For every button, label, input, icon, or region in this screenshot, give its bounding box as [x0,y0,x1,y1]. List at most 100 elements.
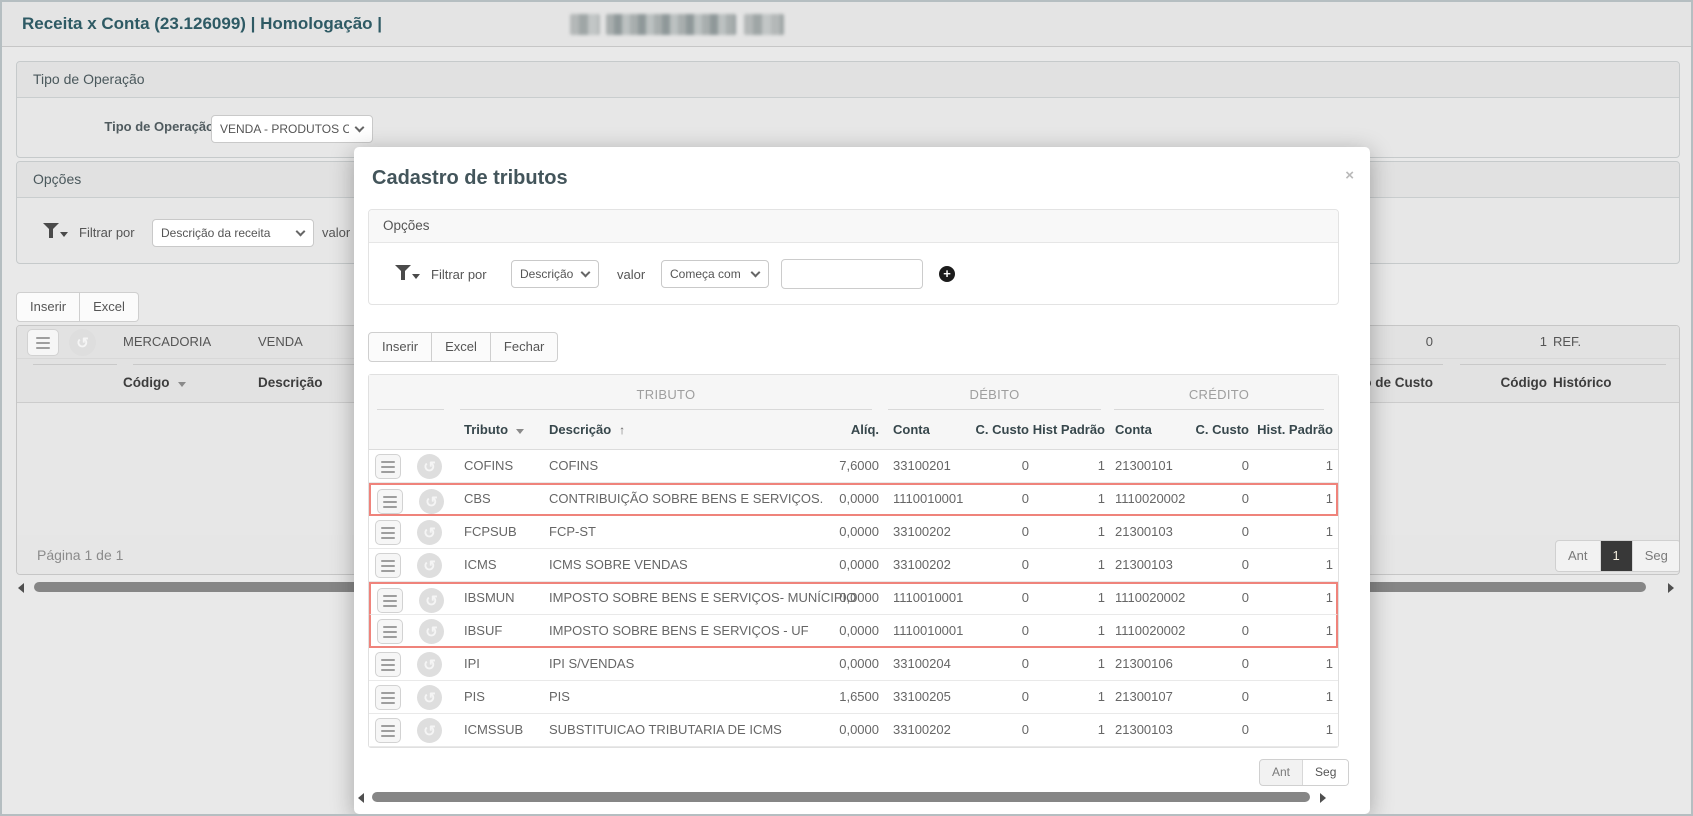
col-header-hist-debito[interactable]: Hist Padrão [1021,422,1105,437]
modal-horizontal-scrollbar[interactable] [358,790,1348,804]
sort-desc-icon [178,382,186,387]
modal-fechar-button[interactable]: Fechar [491,332,558,362]
cell-conta-debito: 33100201 [893,458,969,473]
tipo-operacao-select[interactable]: VENDA - PRODUTOS COM ST F [211,115,373,143]
row-menu-button[interactable] [375,553,401,578]
row-undo-icon[interactable]: ↺ [417,685,442,710]
cell-ccusto-credito: 0 [1191,458,1249,473]
modal-filter-field-select[interactable]: Descrição [511,260,599,288]
app-window: Receita x Conta (23.126099) | Homologaçã… [0,0,1693,816]
tributo-row: ↺ ICMSSUB SUBSTITUICAO TRIBUTARIA DE ICM… [369,714,1338,747]
col-header-tributo[interactable]: Tributo [464,422,524,437]
filter-field-select[interactable]: Descrição da receita [152,219,314,247]
row-menu-button[interactable] [377,619,403,644]
cell-ccusto-debito: 0 [973,623,1029,638]
excel-button[interactable]: Excel [80,292,139,322]
add-filter-icon[interactable]: + [939,266,955,282]
cell-aliq: 0,0000 [819,590,879,605]
scroll-right-icon[interactable] [1320,793,1326,803]
row-undo-icon[interactable]: ↺ [419,489,444,514]
cell-ccusto-credito: 0 [1191,656,1249,671]
cell-aliq: 0,0000 [819,656,879,671]
col-header-codigo[interactable]: Código [123,375,186,390]
col-header-ccusto-debito[interactable]: C. Custo [965,422,1029,437]
tributo-row: ↺ CBS CONTRIBUIÇÃO SOBRE BENS E SERVIÇOS… [369,483,1338,516]
prev-page-button[interactable]: Ant [1556,541,1600,571]
modal-filter-operator-select[interactable]: Começa com [661,260,769,288]
row-menu-button[interactable] [375,652,401,677]
cell-tributo: IBSUF [464,623,502,638]
chevron-down-icon [751,268,761,278]
row-undo-icon[interactable]: ↺ [69,329,96,356]
prev-page-button[interactable]: Ant [1260,760,1302,785]
col-header-aliq[interactable]: Alíq. [819,422,879,437]
col-header-conta-debito[interactable]: Conta [893,422,969,437]
filter-funnel-icon[interactable] [43,223,67,241]
valor-label: valor [322,225,350,240]
valor-label: valor [617,267,645,282]
cell-ccusto-credito: 0 [1191,722,1249,737]
scroll-right-icon[interactable] [1668,583,1674,593]
row-menu-button[interactable] [375,718,401,743]
cell-aliq: 0,0000 [819,491,879,506]
row-menu-button[interactable] [27,329,59,356]
filter-funnel-icon[interactable] [395,265,419,283]
row-undo-icon[interactable]: ↺ [417,520,442,545]
cell-ccusto-debito: 0 [973,689,1029,704]
row-undo-icon[interactable]: ↺ [419,588,444,613]
col-header-hist-credito[interactable]: Hist. Padrão [1253,422,1333,437]
modal-filter-field-value: Descrição [520,267,575,281]
modal-toolbar: Inserir Excel Fechar [368,332,558,362]
next-page-button[interactable]: Seg [1302,760,1348,785]
col-header-historico[interactable]: Histórico [1553,375,1612,390]
cell-historico: REF. [1553,334,1581,349]
sort-desc-icon [516,429,524,434]
cell-hist-debito: 1 [1033,689,1105,704]
col-header-descricao[interactable]: Descrição↑ [549,422,625,437]
row-menu-button[interactable] [377,489,403,514]
page-toolbar: Inserir Excel [16,292,139,322]
cell-conta-debito: 33100204 [893,656,969,671]
modal-excel-button[interactable]: Excel [432,332,491,362]
cell-tributo: IPI [464,656,480,671]
row-undo-icon[interactable]: ↺ [417,652,442,677]
cell-hist-debito: 1 [1033,722,1105,737]
cell-aliq: 7,6000 [819,458,879,473]
row-menu-button[interactable] [375,520,401,545]
scroll-left-icon[interactable] [358,793,364,803]
row-menu-button[interactable] [377,588,403,613]
current-page-button[interactable]: 1 [1600,541,1632,571]
cell-ccusto-credito: 0 [1191,491,1249,506]
row-undo-icon[interactable]: ↺ [417,553,442,578]
cell-ccusto-debito: 0 [973,656,1029,671]
redacted-text [744,14,784,35]
cell-conta-credito: 21300106 [1115,656,1191,671]
row-undo-icon[interactable]: ↺ [419,619,444,644]
close-icon[interactable]: × [1345,167,1354,184]
row-menu-button[interactable] [375,454,401,479]
group-debito: DÉBITO [888,387,1101,410]
cell-codigo: MERCADORIA [123,334,211,349]
row-undo-icon[interactable]: ↺ [417,454,442,479]
scrollbar-thumb[interactable] [372,792,1310,802]
cell-ccusto-debito: 0 [973,491,1029,506]
scroll-left-icon[interactable] [18,583,24,593]
inserir-button[interactable]: Inserir [16,292,80,322]
cell-aliq: 0,0000 [819,623,879,638]
cell-hist-credito: 1 [1253,458,1333,473]
tributos-column-headers: Tributo Descrição↑ Alíq. Conta C. Custo … [369,410,1338,450]
next-page-button[interactable]: Seg [1632,541,1680,571]
col-header-ccusto-credito[interactable]: C. Custo [1185,422,1249,437]
col-header-descricao[interactable]: Descrição [258,375,323,390]
col-header-codigo-hist[interactable]: Código [1457,375,1547,390]
modal-inserir-button[interactable]: Inserir [368,332,432,362]
row-menu-button[interactable] [375,685,401,710]
cell-tributo: FCPSUB [464,524,517,539]
cell-ccusto-debito: 0 [973,458,1029,473]
receita-pagination: Ant 1 Seg [1555,540,1680,572]
cell-hist-credito: 1 [1253,656,1333,671]
cell-conta-credito: 21300101 [1115,458,1191,473]
row-undo-icon[interactable]: ↺ [417,718,442,743]
col-header-conta-credito[interactable]: Conta [1115,422,1191,437]
modal-filter-value-input[interactable] [781,259,923,289]
